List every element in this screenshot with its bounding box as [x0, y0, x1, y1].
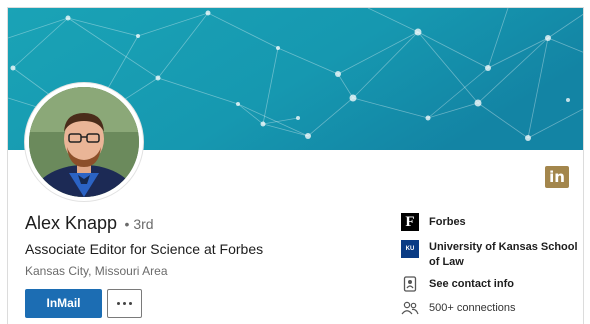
profile-location: Kansas City, Missouri Area — [25, 264, 168, 278]
ellipsis-icon — [117, 302, 120, 305]
company-label: Forbes — [429, 216, 466, 228]
connections-count[interactable]: 500+ connections — [401, 299, 516, 317]
contact-info-link[interactable]: See contact info — [401, 275, 514, 293]
profile-headline: Associate Editor for Science at Forbes — [25, 241, 264, 257]
connections-label: 500+ connections — [429, 302, 516, 314]
people-icon — [401, 299, 419, 317]
forbes-logo-icon: F — [401, 213, 419, 231]
inmail-button[interactable]: InMail — [25, 289, 102, 318]
contact-info-label: See contact info — [429, 278, 514, 290]
connection-degree: • 3rd — [124, 216, 154, 232]
education-school[interactable]: KU University of Kansas School of Law — [401, 240, 578, 270]
contact-card-icon — [401, 275, 419, 293]
profile-card: in Alex Knapp • 3rd Associate Editor for… — [7, 7, 584, 324]
school-label-line1: University of Kansas School — [429, 241, 578, 253]
more-actions-button[interactable] — [107, 289, 142, 318]
profile-photo[interactable] — [25, 83, 143, 201]
ku-logo-icon: KU — [401, 240, 419, 258]
linkedin-icon[interactable]: in — [545, 166, 569, 188]
school-label-line2: of Law — [429, 256, 464, 268]
profile-name: Alex Knapp — [25, 213, 118, 233]
profile-name-row: Alex Knapp • 3rd — [25, 213, 154, 234]
current-company[interactable]: F Forbes — [401, 213, 466, 231]
